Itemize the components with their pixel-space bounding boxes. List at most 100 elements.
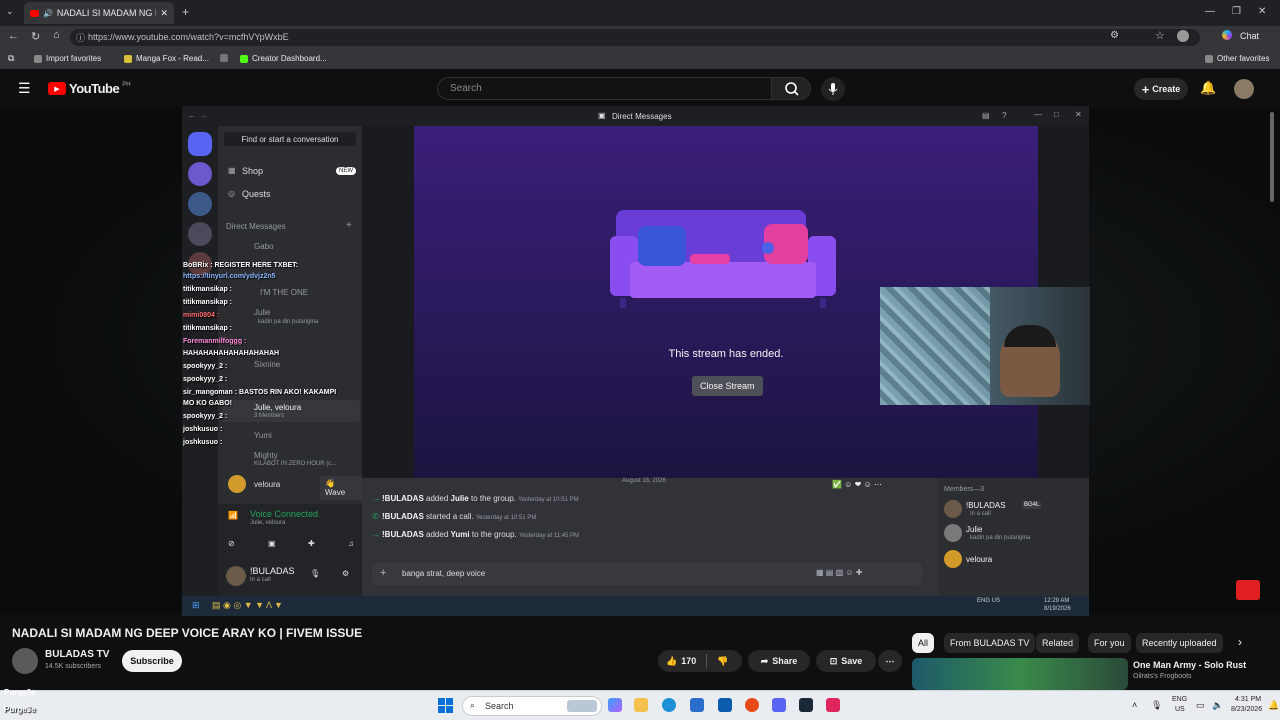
youtube-logo[interactable]: ▶ YouTube PH — [48, 81, 131, 96]
store-icon[interactable] — [690, 698, 704, 712]
chip-recently-uploaded[interactable]: Recently uploaded — [1136, 633, 1223, 653]
wave-label: Wave — [325, 488, 346, 497]
bookmark-import[interactable]: Import favorites — [34, 54, 101, 63]
sidebar-toggle-icon[interactable]: ⧉ — [8, 53, 14, 64]
search-input[interactable]: Search — [437, 77, 772, 100]
chat-line: spookyyy_2 : — [183, 376, 228, 383]
url-field[interactable]: ⓘ https://www.youtube.com/watch?v=mcfhVY… — [70, 29, 1200, 46]
more-actions-button[interactable]: ⋯ — [878, 650, 902, 672]
discord-taskbar-icon[interactable] — [772, 698, 786, 712]
other-favorites[interactable]: Other favorites — [1205, 54, 1269, 63]
add-dm-icon: + — [346, 220, 352, 231]
copilot-icon[interactable] — [1222, 30, 1232, 40]
subscribe-button[interactable]: Subscribe — [122, 650, 182, 672]
chip-all[interactable]: All — [912, 633, 935, 653]
back-icon[interactable]: ← — [8, 30, 19, 42]
clock-date[interactable]: 8/23/2026 — [1231, 706, 1262, 713]
volume-icon[interactable]: 🔈 — [1212, 700, 1223, 711]
notifications-bell-icon[interactable]: 🔔 — [1200, 80, 1216, 96]
chat-line: sir_mangoman : BASTOS RIN AKO! KAKAMPI — [183, 389, 337, 396]
file-explorer-icon[interactable] — [634, 698, 648, 712]
channel-watermark-icon[interactable] — [1236, 580, 1260, 600]
audio-icon[interactable]: 🔊 — [43, 9, 53, 18]
save-bookmark-icon: ⊡ — [829, 655, 838, 666]
chips-next-icon[interactable]: › — [1238, 635, 1242, 649]
new-tab-icon[interactable]: + — [182, 5, 189, 19]
browser-tab[interactable]: 🔊 NADALI SI MADAM NG DEEP ✕ — [24, 2, 174, 24]
copilot-taskbar-icon[interactable] — [608, 698, 622, 712]
tray-overflow-icon[interactable]: ˄ — [1132, 700, 1137, 710]
network-icon[interactable]: ▭ — [1196, 700, 1205, 711]
member-name: Julie — [966, 525, 983, 534]
suggested-video-title[interactable]: One Man Army - Solo Rust — [1133, 660, 1246, 670]
chat-label[interactable]: Chat — [1240, 31, 1259, 41]
favorites-star-icon[interactable]: ☆ — [1155, 29, 1165, 42]
discord-chat: August 18, 2026 → !BULADAS added Julie t… — [362, 478, 938, 596]
forward-arrow-icon: → — [200, 111, 208, 120]
account-avatar[interactable] — [1234, 79, 1254, 99]
save-label: Save — [841, 656, 863, 666]
bookmark-creator-dashboard[interactable]: Creator Dashboard... — [240, 54, 327, 63]
composer-tools-icon: ▦ ▤ ▧ ☺ ✚ — [816, 568, 863, 577]
music-app-icon[interactable] — [826, 698, 840, 712]
home-icon[interactable]: ⌂ — [53, 29, 60, 41]
desktop-label: Purge3e — [4, 688, 36, 697]
minimize-icon[interactable]: — — [1205, 6, 1215, 17]
msg-action: added — [426, 494, 449, 503]
share-button[interactable]: ➦ Share — [748, 650, 810, 672]
page-scrollbar[interactable] — [1270, 112, 1274, 202]
msg-rest: to the group. — [470, 494, 516, 503]
windows-taskbar: Purge3e ⌕ Search ˄ 🎙 ENG US ▭ 🔈 4:31 PM … — [0, 690, 1280, 720]
member-name: !BULADAS — [966, 501, 1006, 510]
msg-time: Yesterday at 10:51 PM — [518, 497, 579, 503]
notification-bell-icon[interactable]: 🔔 — [1268, 700, 1279, 711]
save-button[interactable]: ⊡ Save — [816, 650, 876, 672]
dm-item: Julie — [254, 308, 271, 317]
bookmark-mangafox[interactable]: Manga Fox - Read... — [124, 54, 209, 63]
members-header: Members—3 — [944, 486, 985, 493]
channel-name[interactable]: BULADAS TV — [45, 649, 109, 660]
site-info-icon[interactable]: ⓘ — [76, 31, 85, 44]
chip-related[interactable]: Related — [1036, 633, 1080, 653]
outlook-icon[interactable] — [718, 698, 732, 712]
chip-for-you[interactable]: For you — [1088, 633, 1131, 653]
server-icon — [188, 162, 212, 186]
voice-search-button[interactable] — [821, 77, 845, 101]
extensions-icon[interactable]: ⚙ — [1110, 30, 1119, 41]
windows-start-icon[interactable] — [438, 698, 454, 714]
clock-time[interactable]: 4:31 PM — [1235, 696, 1261, 703]
like-button[interactable]: 👍 170 — [666, 656, 696, 667]
avatar — [944, 500, 962, 518]
chat-line: spookyyy_2 : — [183, 363, 228, 370]
create-button[interactable]: + Create — [1134, 78, 1188, 100]
chip-from-channel[interactable]: From BULADAS TV — [944, 633, 1036, 653]
close-window-icon[interactable]: ✕ — [1258, 6, 1266, 17]
menu-icon[interactable]: ☰ — [18, 80, 31, 97]
region-code: PH — [122, 81, 131, 88]
video-title: NADALI SI MADAM NG DEEP VOICE ARAY KO | … — [12, 626, 363, 640]
profile-avatar[interactable] — [1177, 30, 1189, 42]
channel-avatar[interactable] — [12, 648, 38, 674]
dislike-button[interactable]: 👎 — [717, 656, 728, 667]
language-indicator[interactable]: ENG — [1172, 696, 1187, 703]
tray-mic-icon[interactable]: 🎙 — [1151, 700, 1162, 711]
edge-icon[interactable] — [662, 698, 676, 712]
maximize-icon[interactable]: ❐ — [1232, 6, 1241, 17]
plus-icon: + — [1141, 81, 1150, 97]
tab-actions-icon[interactable]: ⌄ — [6, 6, 14, 17]
search-button[interactable] — [771, 77, 811, 100]
wall-poster — [880, 287, 990, 405]
close-tab-icon[interactable]: ✕ — [160, 8, 168, 19]
thumbs-up-icon: 👍 — [666, 655, 678, 666]
bookmark-reading-list[interactable] — [220, 54, 228, 62]
windows-search-input[interactable]: ⌕ Search — [462, 696, 602, 716]
user-name: !BULADAS — [250, 566, 295, 576]
suggested-video-thumbnail[interactable] — [912, 658, 1128, 690]
screen-share-icon: ▣ — [268, 539, 276, 548]
chrome-icon[interactable] — [745, 698, 759, 712]
reload-icon[interactable]: ↻ — [31, 30, 40, 43]
steam-icon[interactable] — [799, 698, 813, 712]
chat-line: titikmansikap : — [183, 286, 233, 293]
region-indicator[interactable]: US — [1175, 706, 1185, 713]
play-logo-icon: ▶ — [48, 82, 66, 95]
